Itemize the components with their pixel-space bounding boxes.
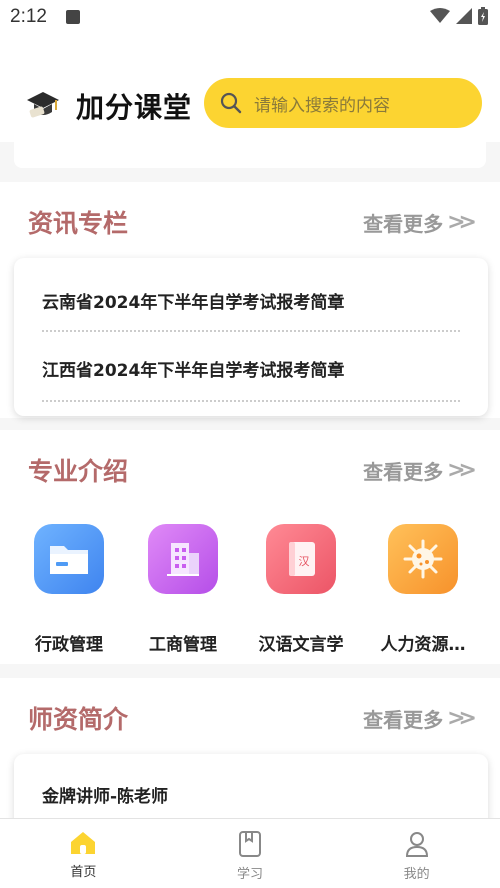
building-icon (148, 524, 218, 594)
teachers-more-link[interactable]: 查看更多 >> (363, 704, 477, 733)
status-time: 2:12 (10, 6, 47, 27)
more-label: 查看更多 (363, 460, 444, 484)
wifi-icon (430, 8, 450, 23)
majors-grid: 行政管理 工商管理 汉 汉语文言学 人力资源… (0, 518, 500, 658)
news-section: 资讯专栏 查看更多 >> 云南省2024年下半年自学考试报考简章 江西省2024… (0, 182, 500, 418)
major-label: 汉语文言学 (258, 635, 344, 655)
double-chevron-right-icon: >> (447, 706, 477, 731)
nav-item-profile[interactable]: 我的 (333, 819, 500, 888)
search-bar[interactable]: 请输入搜索的内容 (204, 78, 482, 128)
search-icon (220, 92, 242, 114)
teacher-name: 金牌讲师-陈老师 (42, 787, 169, 807)
book-glyph: 汉 (299, 555, 310, 568)
nav-item-home[interactable]: 首页 (0, 819, 167, 888)
banner-card-edge (14, 142, 486, 168)
section-title-teachers: 师资简介 (28, 705, 129, 734)
double-chevron-right-icon: >> (447, 458, 477, 483)
news-card: 云南省2024年下半年自学考试报考简章 江西省2024年下半年自学考试报考简章 (14, 258, 488, 416)
major-item-business[interactable]: 工商管理 (128, 524, 238, 655)
nav-label: 学习 (237, 867, 264, 882)
section-title-majors: 专业介绍 (28, 457, 129, 486)
majors-more-link[interactable]: 查看更多 >> (363, 456, 477, 485)
graduation-cap-icon (27, 92, 59, 118)
app-title: 加分课堂 (76, 91, 193, 124)
news-item[interactable]: 云南省2024年下半年自学考试报考简章 (42, 288, 460, 313)
double-chevron-right-icon: >> (447, 210, 477, 235)
divider (42, 400, 460, 402)
nav-item-study[interactable]: 学习 (167, 819, 334, 888)
majors-section: 专业介绍 查看更多 >> 行政管理 工商管理 汉 汉语文言学 人力资源… (0, 430, 500, 664)
app-header: 加分课堂 请输入搜索的内容 (0, 34, 500, 142)
teachers-section-header: 师资简介 查看更多 >> (0, 678, 500, 758)
status-bar: 2:12 (0, 0, 500, 34)
status-icons (430, 7, 488, 25)
major-label: 工商管理 (149, 635, 217, 655)
section-title-news: 资讯专栏 (28, 209, 129, 238)
bottom-nav: 首页 学习 我的 (0, 818, 500, 888)
search-placeholder: 请输入搜索的内容 (254, 95, 390, 116)
battery-icon (478, 7, 488, 25)
teacher-card[interactable]: 金牌讲师-陈老师 (14, 754, 488, 818)
news-more-link[interactable]: 查看更多 >> (363, 208, 477, 237)
profile-icon (405, 832, 428, 857)
majors-section-header: 专业介绍 查看更多 >> (0, 430, 500, 510)
major-item-chinese[interactable]: 汉 汉语文言学 (246, 524, 356, 655)
divider (42, 330, 460, 332)
news-item[interactable]: 江西省2024年下半年自学考试报考简章 (42, 356, 460, 381)
major-item-hr[interactable]: 人力资源… (368, 524, 478, 655)
major-item-administration[interactable]: 行政管理 (14, 524, 124, 655)
signal-icon (456, 8, 472, 24)
major-label: 人力资源… (380, 635, 466, 655)
notification-app-icon (66, 10, 80, 24)
study-icon (239, 831, 261, 857)
virus-icon (388, 524, 458, 594)
nav-label: 首页 (70, 865, 97, 880)
home-icon (71, 832, 96, 854)
book-icon: 汉 (266, 524, 336, 594)
more-label: 查看更多 (363, 708, 444, 732)
folder-card-icon (34, 524, 104, 594)
teachers-section: 师资简介 查看更多 >> 金牌讲师-陈老师 (0, 678, 500, 818)
major-label: 行政管理 (35, 635, 103, 655)
more-label: 查看更多 (363, 212, 444, 236)
nav-label: 我的 (403, 867, 430, 882)
news-section-header: 资讯专栏 查看更多 >> (0, 182, 500, 262)
